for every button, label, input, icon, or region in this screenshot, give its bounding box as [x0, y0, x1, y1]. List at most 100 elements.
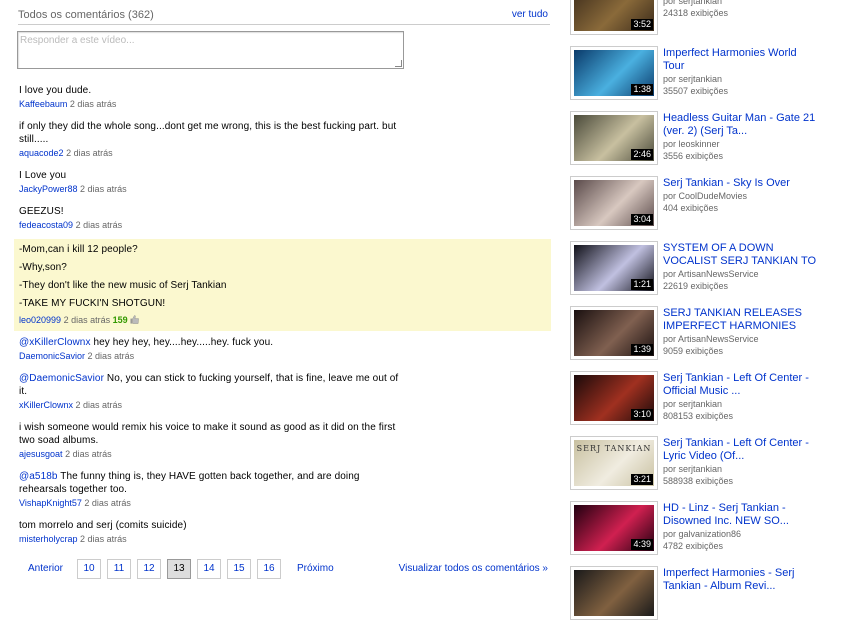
resize-grip-icon[interactable]	[395, 60, 402, 67]
related-video-item[interactable]: 1:39 SERJ TANKIAN RELEASES IMPERFECT HARM…	[568, 306, 858, 366]
comment-time: 2 dias atrás	[80, 534, 127, 544]
comment-meta: JackyPower88 2 dias atrás	[19, 183, 546, 196]
prev-page-link[interactable]: Anterior	[28, 563, 63, 574]
page-button[interactable]: 15	[227, 559, 251, 579]
video-info: Serj Tankian - Sky Is Over por CoolDudeMo…	[663, 177, 818, 214]
comment-list: I love you dude. Kaffeebaum 2 dias atrás i…	[14, 82, 551, 550]
mention-link[interactable]: @DaemonicSavior	[19, 373, 104, 384]
video-title-link[interactable]: Headless Guitar Man - Gate 21 (ver. 2) (…	[663, 112, 818, 138]
video-uploader: por serjtankian	[663, 74, 723, 84]
comment-author-link[interactable]: JackyPower88	[19, 184, 78, 194]
comment-line: -Mom,can i kill 12 people?	[19, 244, 138, 255]
comment-text: -Mom,can i kill 12 people? -Why,son? -They…	[19, 241, 399, 313]
comment-body: tom morrelo and serj (comits suicide)	[19, 520, 187, 531]
video-title-link[interactable]: Serj Tankian - Left Of Center - Official…	[663, 372, 818, 398]
video-info: Imperfect Harmonies World Tour por serjta…	[663, 47, 818, 97]
comment-text: tom morrelo and serj (comits suicide)	[19, 519, 399, 532]
related-video-item[interactable]: SERJ TANKIAN 3:21 Serj Tankian - Left Of C…	[568, 436, 858, 496]
video-duration: 3:52	[631, 19, 653, 30]
thumbs-up-icon[interactable]	[130, 315, 139, 324]
video-thumbnail[interactable]: 1:21	[570, 241, 658, 295]
video-info: Headless Guitar Man - Gate 21 (ver. 2) (…	[663, 112, 818, 162]
comment-author-link[interactable]: VishapKnight57	[19, 498, 82, 508]
comment-body: GEEZUS!	[19, 206, 64, 217]
reply-input[interactable]: Responder a este vídeo...	[17, 31, 404, 69]
related-video-item[interactable]: 3:10 Serj Tankian - Left Of Center - Offi…	[568, 371, 858, 431]
comment-author-link[interactable]: DaemonicSavior	[19, 351, 85, 361]
comment-item: @DaemonicSavior No, you can stick to fuc…	[14, 370, 551, 416]
comment-author-link[interactable]: aquacode2	[19, 148, 64, 158]
pagination: Anterior Próximo Visualizar todos os com…	[18, 557, 553, 579]
video-thumbnail[interactable]: 2:46	[570, 111, 658, 165]
comment-author-link[interactable]: xKillerClownx	[19, 400, 73, 410]
video-thumbnail[interactable]: 3:52	[570, 0, 658, 35]
comment-time: 2 dias atrás	[75, 400, 123, 410]
related-video-item[interactable]: Imperfect Harmonies - Serj Tankian - Alb…	[568, 566, 858, 626]
comment-item: -Mom,can i kill 12 people? -Why,son? -They…	[14, 239, 551, 331]
comment-author-link[interactable]: ajesusgoat	[19, 449, 63, 459]
related-video-item[interactable]: 1:21 SYSTEM OF A DOWN VOCALIST SERJ TANKI…	[568, 241, 858, 301]
comment-author-link[interactable]: Kaffeebaum	[19, 99, 67, 109]
related-video-item[interactable]: 4:39 HD - Linz - Serj Tankian - Disowned …	[568, 501, 858, 561]
comment-line: -Why,son?	[19, 262, 67, 273]
mention-link[interactable]: @a518b	[19, 471, 58, 482]
video-title-link[interactable]: SYSTEM OF A DOWN VOCALIST SERJ TANKIAN T…	[663, 242, 818, 268]
video-thumbnail[interactable]: SERJ TANKIAN 3:21	[570, 436, 658, 490]
comment-meta: DaemonicSavior 2 dias atrás	[19, 350, 546, 363]
view-all-comments-link[interactable]: Visualizar todos os comentários »	[399, 563, 548, 574]
page-button[interactable]: 16	[257, 559, 281, 579]
comment-author-link[interactable]: fedeacosta09	[19, 220, 73, 230]
page-button[interactable]: 12	[137, 559, 161, 579]
comment-text: I love you dude.	[19, 84, 399, 97]
video-views: 808153 exibições	[663, 411, 734, 421]
related-video-item[interactable]: 2:46 Headless Guitar Man - Gate 21 (ver. …	[568, 111, 858, 171]
video-uploader: por leoskinner	[663, 139, 720, 149]
video-duration: 4:39	[631, 539, 653, 550]
page-button[interactable]: 14	[197, 559, 221, 579]
like-count: 159	[112, 315, 128, 325]
video-thumbnail[interactable]: 1:38	[570, 46, 658, 100]
comment-meta: VishapKnight57 2 dias atrás	[19, 497, 546, 510]
video-duration: 3:10	[631, 409, 653, 420]
comment-item: i wish someone would remix his voice to …	[14, 419, 551, 465]
comment-item: I Love you JackyPower88 2 dias atrás	[14, 167, 551, 200]
video-title-link[interactable]: SERJ TANKIAN RELEASES IMPERFECT HARMONIE…	[663, 307, 818, 333]
video-thumbnail[interactable]: 3:04	[570, 176, 658, 230]
video-views: 9059 exibições	[663, 346, 724, 356]
video-title-link[interactable]: Imperfect Harmonies World Tour	[663, 47, 818, 73]
video-views: 35507 exibições	[663, 86, 729, 96]
video-info: Serj Tankian - Left Of Center - Official…	[663, 372, 818, 422]
video-title-link[interactable]: Imperfect Harmonies - Serj Tankian - Alb…	[663, 567, 818, 593]
comment-author-link[interactable]: misterholycrap	[19, 534, 78, 544]
comment-text: @xKillerClownx hey hey hey, hey....hey..…	[19, 336, 399, 349]
related-video-item[interactable]: 1:38 Imperfect Harmonies World Tour por se…	[568, 46, 858, 106]
video-uploader: por ArtisanNewsService	[663, 269, 759, 279]
comment-item: tom morrelo and serj (comits suicide) mis…	[14, 517, 551, 550]
comment-author-link[interactable]: leo020999	[19, 315, 61, 325]
page-button[interactable]: 10	[77, 559, 101, 579]
video-thumbnail[interactable]	[570, 566, 658, 620]
comment-text: I Love you	[19, 169, 399, 182]
video-info: Imperfect Harmonies - Serj Tankian - Alb…	[663, 567, 818, 593]
next-page-link[interactable]: Próximo	[297, 563, 334, 574]
comment-meta: ajesusgoat 2 dias atrás	[19, 448, 546, 461]
video-views: 24318 exibições	[663, 8, 729, 18]
page-button[interactable]: 11	[107, 559, 131, 579]
video-thumbnail[interactable]: 3:10	[570, 371, 658, 425]
video-info: Londonpor serjtankian24318 exibições	[663, 0, 818, 19]
mention-link[interactable]: @xKillerClownx	[19, 337, 91, 348]
video-thumbnail[interactable]: 4:39	[570, 501, 658, 555]
comment-item: @xKillerClownx hey hey hey, hey....hey..…	[14, 334, 551, 367]
video-info: HD - Linz - Serj Tankian - Disowned Inc.…	[663, 502, 818, 552]
related-video-item[interactable]: 3:52 Londonpor serjtankian24318 exibições	[568, 0, 858, 41]
video-thumbnail[interactable]: 1:39	[570, 306, 658, 360]
see-all-link[interactable]: ver tudo	[512, 9, 548, 20]
video-title-link[interactable]: Serj Tankian - Sky Is Over	[663, 177, 818, 190]
page-button[interactable]: 13	[167, 559, 191, 579]
video-title-link[interactable]: HD - Linz - Serj Tankian - Disowned Inc.…	[663, 502, 818, 528]
video-duration: 3:21	[631, 474, 653, 485]
comment-text: if only they did the whole song...dont g…	[19, 120, 399, 146]
related-video-item[interactable]: 3:04 Serj Tankian - Sky Is Over por CoolDu…	[568, 176, 858, 236]
comment-meta: fedeacosta09 2 dias atrás	[19, 219, 546, 232]
video-title-link[interactable]: Serj Tankian - Left Of Center - Lyric Vi…	[663, 437, 818, 463]
